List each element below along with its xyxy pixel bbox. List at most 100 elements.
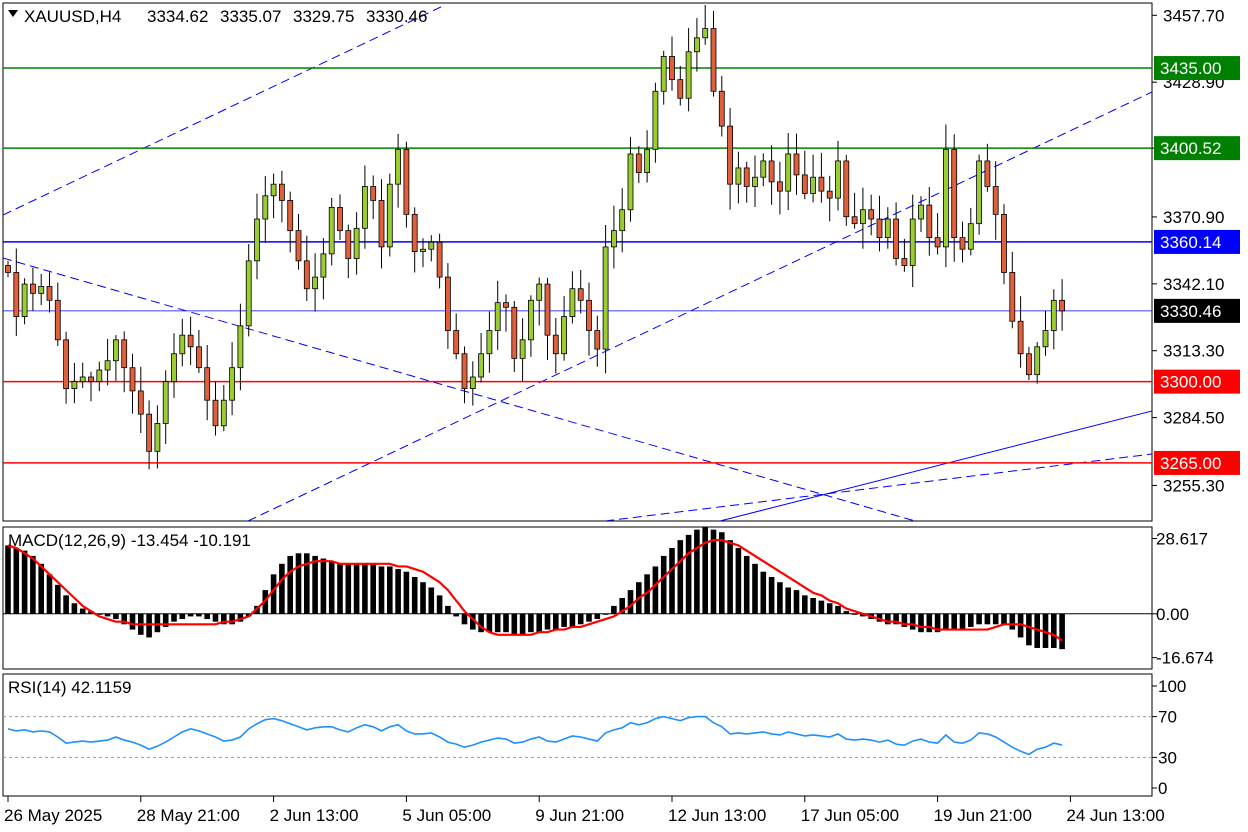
rsi-tick-3: 0 (1158, 779, 1167, 798)
price-panel[interactable]: XAUUSD,H4 3334.62 3335.07 3329.75 3330.4… (2, 2, 1153, 522)
macd-bar-119 (992, 613, 999, 625)
macd-bar-12 (104, 613, 111, 617)
macd-bar-4 (38, 563, 44, 614)
macd-tick-2: -16.674 (1156, 649, 1214, 668)
macd-bar-21 (179, 613, 186, 620)
macd-bar-53 (445, 605, 451, 614)
macd-bar-24 (204, 613, 210, 620)
macd-bar-95 (793, 590, 800, 614)
macd-bar-80 (669, 548, 675, 614)
macd-bar-89 (743, 555, 750, 614)
macd-bar-54 (453, 613, 459, 617)
level-badge-label-0: 3435.00 (1160, 59, 1221, 78)
macd-bar-15 (129, 613, 136, 630)
macd-bar-75 (627, 590, 634, 614)
macd-bar-63 (528, 613, 534, 633)
macd-bar-5 (46, 574, 53, 614)
macd-bar-82 (685, 534, 692, 614)
candle-48[interactable] (403, 141, 410, 228)
macd-bar-83 (694, 529, 700, 614)
time-tick-5: 12 Jun 13:00 (668, 806, 766, 825)
chart-header-high: 3335.07 (220, 7, 281, 26)
macd-bar-91 (760, 571, 767, 614)
macd-bar-49 (411, 576, 418, 614)
price-tick-0: 3457.70 (1163, 6, 1224, 25)
macd-bar-41 (345, 563, 352, 614)
macd-bar-25 (212, 613, 219, 622)
chart-header-close: 3330.46 (366, 7, 427, 26)
macd-bar-33 (279, 563, 285, 614)
price-tick-3: 3370.90 (1163, 208, 1224, 227)
macd-bar-87 (727, 540, 733, 614)
macd-bar-92 (768, 576, 775, 614)
macd-bar-34 (287, 555, 293, 614)
macd-bar-126 (1051, 613, 1057, 648)
chart-header-open: 3334.62 (147, 7, 208, 26)
price-tick-7: 3255.30 (1163, 476, 1224, 495)
macd-bar-38 (320, 558, 327, 614)
level-badge-label-4: 3265.00 (1160, 454, 1221, 473)
macd-bar-6 (55, 584, 61, 614)
time-tick-2: 2 Jun 13:00 (270, 806, 359, 825)
time-tick-6: 17 Jun 05:00 (801, 806, 899, 825)
macd-bar-97 (810, 598, 816, 614)
candle-46[interactable] (386, 173, 393, 257)
macd-bar-9 (79, 608, 86, 614)
macd-bar-46 (387, 566, 393, 614)
macd-bar-69 (577, 613, 584, 625)
macd-label: MACD(12,26,9) -13.454 -10.191 (8, 531, 251, 550)
macd-bar-20 (171, 613, 177, 622)
level-badge-label-1: 3400.52 (1160, 139, 1221, 158)
macd-bar-93 (777, 582, 783, 614)
macd-bar-58 (486, 613, 493, 633)
macd-panel[interactable]: MACD(12,26,9) -13.454 -10.191 (2, 526, 1153, 670)
macd-bar-68 (569, 613, 576, 627)
time-tick-3: 5 Jun 05:00 (402, 806, 491, 825)
macd-bar-102 (851, 613, 858, 615)
macd-bar-60 (503, 613, 509, 633)
macd-bar-45 (378, 566, 385, 614)
macd-bar-48 (403, 571, 410, 614)
macd-bar-51 (428, 587, 435, 614)
macd-bar-64 (536, 613, 542, 633)
macd-bar-42 (353, 563, 360, 614)
macd-bar-71 (594, 613, 601, 620)
candle-120[interactable] (1001, 204, 1007, 285)
macd-bar-1 (13, 548, 20, 614)
time-axis: 26 May 2025 28 May 21:00 2 Jun 13:00 5 Jun … (4, 796, 1165, 825)
macd-bar-70 (586, 613, 592, 622)
macd-bar-52 (436, 595, 443, 614)
time-tick-8: 24 Jun 13:00 (1066, 806, 1164, 825)
price-tick-6: 3284.50 (1163, 409, 1224, 428)
macd-bar-109 (909, 613, 916, 630)
macd-bar-0 (5, 545, 11, 614)
macd-bar-18 (154, 613, 161, 633)
rsi-panel[interactable]: RSI(14) 42.1159 (2, 673, 1153, 797)
macd-bar-110 (918, 613, 924, 633)
macd-bar-115 (959, 613, 966, 630)
macd-bar-39 (328, 561, 335, 614)
candle-101[interactable] (843, 154, 850, 226)
macd-bar-85 (710, 529, 717, 614)
rsi-tick-2: 30 (1158, 748, 1177, 767)
level-badge-label-2: 3360.14 (1160, 233, 1221, 252)
chart-header-low: 3329.75 (293, 7, 354, 26)
macd-bar-50 (420, 582, 426, 614)
rsi-axis: 100 70 30 0 (1152, 677, 1186, 798)
time-tick-0: 26 May 2025 (4, 806, 102, 825)
macd-bar-101 (843, 611, 850, 614)
candle-117[interactable] (976, 154, 982, 235)
chart-header-symbol: XAUUSD,H4 (24, 7, 121, 26)
macd-bar-79 (660, 555, 667, 614)
time-tick-7: 19 Jun 21:00 (934, 806, 1032, 825)
macd-bar-113 (943, 613, 949, 630)
macd-bar-88 (735, 548, 742, 614)
macd-bar-43 (362, 563, 368, 614)
price-tick-5: 3313.30 (1163, 342, 1224, 361)
macd-bar-40 (337, 563, 343, 614)
macd-axis: 28.617 0.00 -16.674 (1152, 530, 1214, 668)
price-tick-4: 3342.10 (1163, 275, 1224, 294)
macd-bar-37 (312, 555, 318, 614)
macd-bar-94 (785, 587, 791, 614)
time-tick-1: 28 May 21:00 (137, 806, 240, 825)
